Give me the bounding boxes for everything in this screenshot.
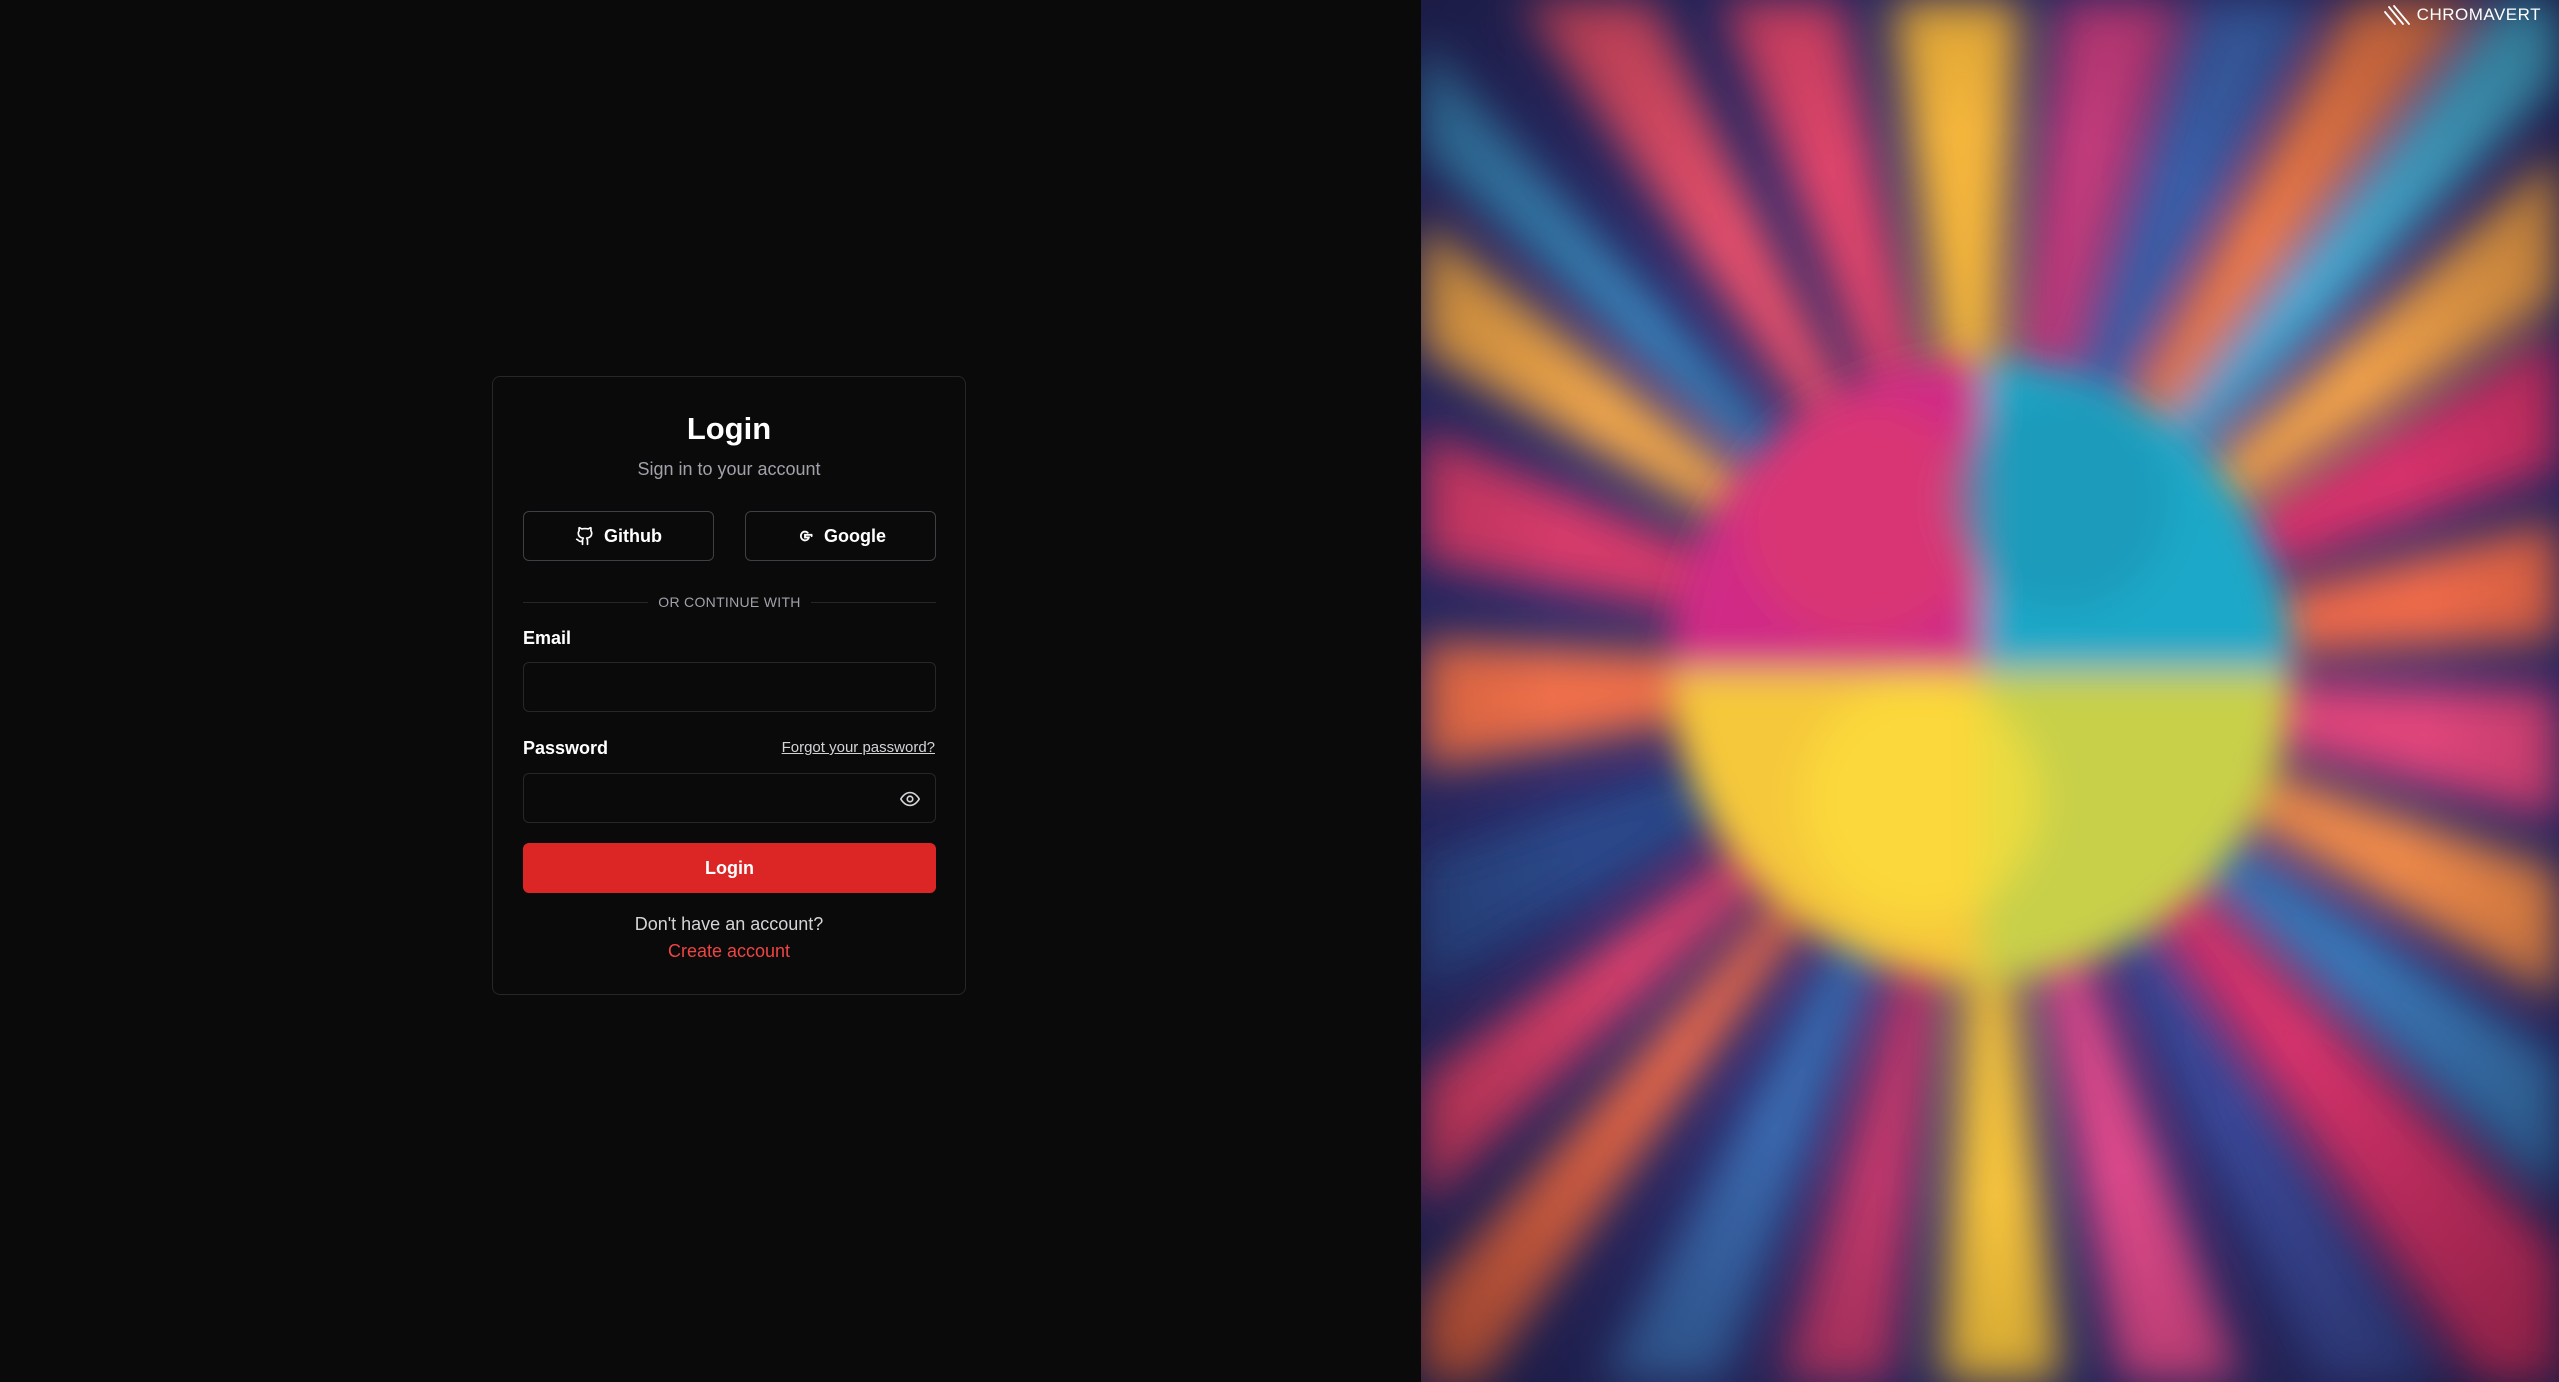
login-title: Login	[686, 411, 772, 446]
login-pane: Login Sign in to your account Github Goo…	[0, 0, 1421, 1382]
hero-artwork-pane: CHROMAVERT	[1421, 0, 2559, 1382]
google-button-label: Google	[824, 525, 886, 546]
email-label: Email	[523, 628, 572, 648]
create-account-link[interactable]: Create account	[493, 941, 965, 962]
brand-name: CHROMAVERT	[2416, 5, 2541, 24]
chromavert-logo-icon	[2383, 4, 2411, 26]
github-icon	[575, 526, 595, 546]
login-submit-button[interactable]: Login	[523, 843, 936, 893]
google-login-button[interactable]: Google	[745, 511, 936, 561]
google-icon	[795, 526, 815, 546]
email-field-wrapper	[523, 662, 936, 712]
or-continue-divider: OR CONTINUE WITH	[523, 592, 936, 612]
no-account-text: Don't have an account?	[634, 914, 824, 934]
eye-icon[interactable]	[899, 788, 921, 810]
forgot-password-link[interactable]: Forgot your password?	[782, 739, 935, 756]
email-field[interactable]	[524, 663, 935, 711]
github-button-label: Github	[604, 525, 662, 546]
hero-artwork-image	[1421, 0, 2559, 1382]
password-label: Password	[523, 738, 609, 758]
brand-logo: CHROMAVERT	[2383, 4, 2541, 26]
password-field[interactable]	[524, 774, 935, 822]
password-field-wrapper	[523, 773, 936, 823]
github-login-button[interactable]: Github	[523, 511, 714, 561]
login-page: Login Sign in to your account Github Goo…	[0, 0, 2559, 1382]
divider-line-right	[810, 601, 936, 603]
login-card: Login Sign in to your account Github Goo…	[492, 376, 966, 995]
login-subtitle: Sign in to your account	[637, 459, 821, 479]
divider-line-left	[523, 601, 649, 603]
divider-text: OR CONTINUE WITH	[658, 594, 801, 610]
